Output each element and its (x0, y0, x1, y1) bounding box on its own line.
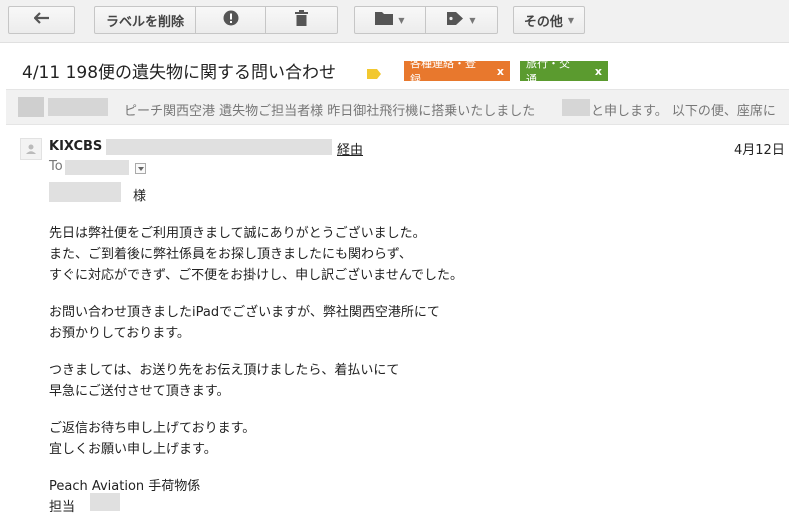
body-line: お問い合わせ頂きましたiPadでございますが、弊社関西空港所にて (49, 305, 440, 320)
delete-button[interactable] (266, 6, 338, 34)
via-link[interactable]: 経由 (337, 139, 363, 158)
label-remove-button[interactable]: x (595, 65, 602, 78)
avatar (20, 138, 42, 160)
report-spam-button[interactable] (196, 6, 266, 34)
body-line: 早急にご送付させて頂きます。 (49, 384, 230, 399)
show-details-dropdown[interactable] (135, 163, 146, 174)
label-chip-text: 旅行・交通 (526, 57, 570, 86)
trash-icon (295, 10, 308, 30)
body-line: 先日は弊社便をご利用頂きまして誠にありがとうございました。 (49, 226, 426, 241)
reply-arrow-icon (32, 12, 50, 28)
redacted-recipient (65, 160, 129, 175)
back-button[interactable] (8, 6, 75, 34)
redacted-staff-name (90, 493, 120, 511)
message-snippet-tail: と申します。 以下の便、座席に (591, 104, 776, 119)
body-line: お預かりしております。 (49, 326, 190, 341)
redacted-avatar (18, 97, 44, 117)
to-label: To (49, 159, 63, 174)
label-chip-text: 各種連絡・登録 (410, 57, 476, 86)
body-line: また、ご到着後に弊社係員をお探し頂きましたにも関わらず、 (49, 247, 412, 262)
remove-label-button[interactable]: ラベルを削除 (94, 6, 196, 34)
labels-button[interactable]: ▼ (426, 6, 498, 34)
importance-marker-icon[interactable] (367, 64, 381, 79)
chevron-down-icon: ▼ (469, 15, 476, 25)
redacted-sender (48, 98, 108, 116)
email-subject: 4/11 198便の遺失物に関する問い合わせ (22, 63, 337, 83)
label-chip-travel[interactable]: 旅行・交通 x (520, 57, 608, 86)
toolbar: ラベルを削除 ▼ ▼ その他 ▼ (0, 0, 789, 43)
sender-name[interactable]: KIXCBS (49, 139, 102, 154)
message-snippet: ピーチ関西空港 遺失物ご担当者様 昨日御社飛行機に搭乗いたしました (124, 104, 536, 119)
message-date: 4月12日 (734, 143, 785, 158)
folder-icon (375, 11, 394, 29)
more-text: その他 (523, 14, 563, 30)
body-line: ご返信お待ち申し上げております。 (49, 421, 256, 436)
more-button[interactable]: その他 ▼ (513, 6, 585, 34)
move-to-button[interactable]: ▼ (354, 6, 426, 34)
tag-icon (447, 11, 464, 30)
salutation: 様 (133, 189, 147, 204)
redacted-name (562, 99, 590, 116)
exclamation-icon (223, 10, 239, 30)
signature-line: 担当 (49, 500, 76, 515)
redacted-recipient-name (49, 182, 121, 202)
body-line: すぐに対応ができず、ご不便をお掛けし、申し訳ございませんでした。 (49, 268, 464, 283)
redacted-sender-address (106, 139, 332, 155)
body-line: 宜しくお願い申し上げます。 (49, 442, 217, 457)
signature-line: Peach Aviation 手荷物係 (49, 479, 201, 494)
chevron-down-icon: ▼ (398, 15, 405, 25)
label-remove-button[interactable]: x (497, 65, 504, 78)
collapsed-message-row[interactable]: ピーチ関西空港 遺失物ご担当者様 昨日御社飛行機に搭乗いたしました と申します。… (6, 89, 789, 125)
body-line: つきましては、お送り先をお伝え頂けましたら、着払いにて (49, 363, 400, 378)
label-chip-contact[interactable]: 各種連絡・登録 x (404, 57, 510, 86)
chevron-down-icon: ▼ (567, 15, 575, 25)
remove-label-text: ラベルを削除 (105, 14, 184, 30)
